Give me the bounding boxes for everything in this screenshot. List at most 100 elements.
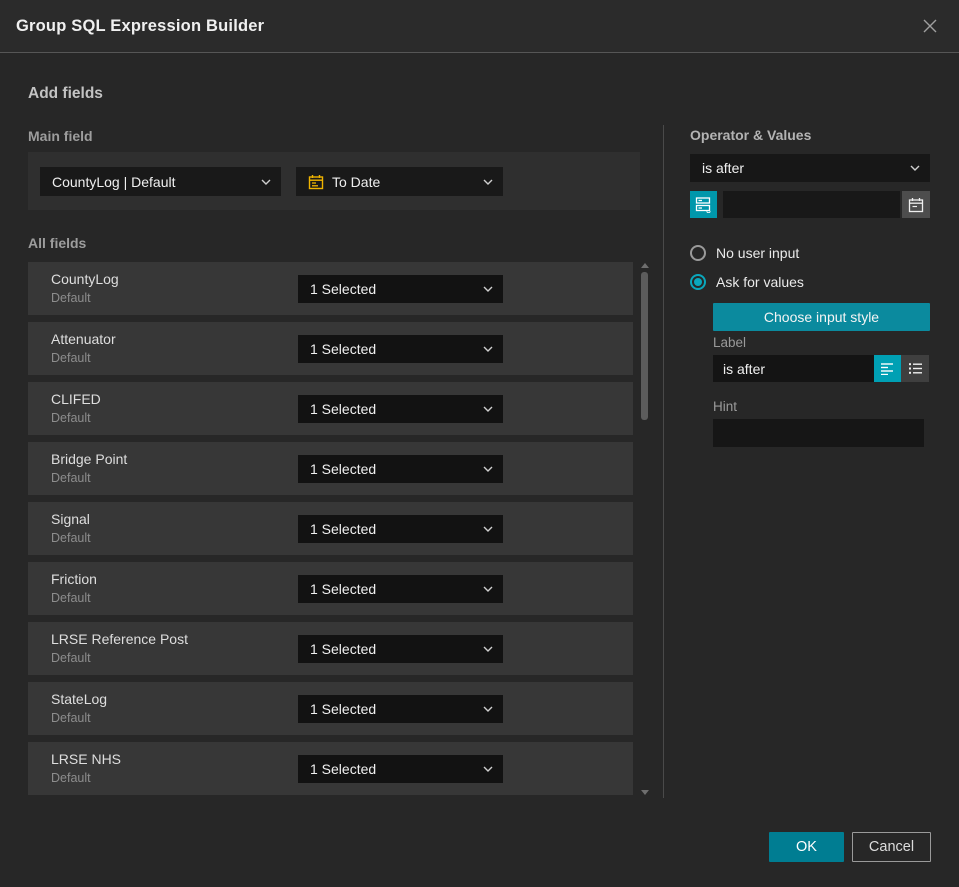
radio-no-user-input[interactable]: No user input	[690, 245, 799, 261]
field-row: Bridge Point Default 1 Selected	[28, 442, 633, 495]
label-input[interactable]	[713, 355, 874, 382]
calendar-icon	[308, 174, 324, 189]
radio-selected-icon	[690, 274, 706, 290]
field-name: CountyLog	[51, 271, 119, 287]
panel-divider	[663, 125, 664, 798]
field-sublabel: Default	[51, 471, 91, 485]
operator-dropdown-value: is after	[702, 160, 745, 176]
close-icon	[923, 19, 937, 33]
all-fields-heading: All fields	[28, 235, 87, 251]
field-selected-dropdown[interactable]: 1 Selected	[298, 575, 503, 603]
field-row: Signal Default 1 Selected	[28, 502, 633, 555]
stacked-rows-icon	[695, 197, 711, 213]
operator-values-heading: Operator & Values	[690, 127, 812, 143]
field-name: CLIFED	[51, 391, 101, 407]
chevron-down-icon	[261, 179, 271, 185]
field-row: CLIFED Default 1 Selected	[28, 382, 633, 435]
scrollbar-up-arrow[interactable]	[641, 263, 649, 268]
field-name: LRSE Reference Post	[51, 631, 188, 647]
ok-button[interactable]: OK	[769, 832, 844, 862]
scrollbar-down-arrow[interactable]	[641, 790, 649, 795]
selected-count-label: 1 Selected	[310, 401, 377, 417]
field-sublabel: Default	[51, 411, 91, 425]
field-row: LRSE NHS Default 1 Selected	[28, 742, 633, 795]
field-sublabel: Default	[51, 291, 91, 305]
align-left-icon	[881, 363, 893, 375]
hint-input[interactable]	[713, 419, 924, 447]
selected-count-label: 1 Selected	[310, 461, 377, 477]
dialog-title: Group SQL Expression Builder	[16, 16, 265, 35]
operator-dropdown[interactable]: is after	[690, 154, 930, 182]
field-sublabel: Default	[51, 351, 91, 365]
list-style-button[interactable]	[901, 355, 929, 382]
radio-ask-for-values-label: Ask for values	[716, 274, 804, 290]
main-field-date-dropdown[interactable]: To Date	[296, 167, 503, 196]
radio-circle-icon	[690, 245, 706, 261]
single-line-style-button[interactable]	[874, 355, 901, 382]
field-row: LRSE Reference Post Default 1 Selected	[28, 622, 633, 675]
field-sublabel: Default	[51, 591, 91, 605]
field-row: Friction Default 1 Selected	[28, 562, 633, 615]
field-selected-dropdown[interactable]: 1 Selected	[298, 395, 503, 423]
selected-count-label: 1 Selected	[310, 701, 377, 717]
radio-no-user-input-label: No user input	[716, 245, 800, 261]
selected-count-label: 1 Selected	[310, 281, 377, 297]
field-name: StateLog	[51, 691, 108, 707]
chevron-down-icon	[483, 466, 493, 472]
field-sublabel: Default	[51, 771, 91, 785]
selected-count-label: 1 Selected	[310, 521, 377, 537]
field-sublabel: Default	[51, 531, 91, 545]
main-field-date-dropdown-value: To Date	[332, 173, 381, 190]
all-fields-list: CountyLog Default 1 Selected Attenuator …	[28, 262, 633, 795]
field-sublabel: Default	[51, 651, 91, 665]
chevron-down-icon	[483, 406, 493, 412]
field-selected-dropdown[interactable]: 1 Selected	[298, 515, 503, 543]
field-row: CountyLog Default 1 Selected	[28, 262, 633, 315]
bullet-list-icon	[908, 363, 922, 374]
field-selected-dropdown[interactable]: 1 Selected	[298, 335, 503, 363]
field-name: Friction	[51, 571, 97, 587]
field-name: Attenuator	[51, 331, 116, 347]
chevron-down-icon	[483, 586, 493, 592]
field-selected-dropdown[interactable]: 1 Selected	[298, 695, 503, 723]
field-name: LRSE NHS	[51, 751, 122, 767]
selected-count-label: 1 Selected	[310, 641, 377, 657]
field-sublabel: Default	[51, 711, 91, 725]
chevron-down-icon	[483, 346, 493, 352]
calendar-icon	[908, 197, 924, 212]
add-fields-heading: Add fields	[28, 85, 103, 102]
main-field-heading: Main field	[28, 128, 93, 144]
dialog-header: Group SQL Expression Builder	[0, 0, 959, 53]
selected-count-label: 1 Selected	[310, 341, 377, 357]
chevron-down-icon	[483, 646, 493, 652]
field-row: Attenuator Default 1 Selected	[28, 322, 633, 375]
chevron-down-icon	[483, 706, 493, 712]
field-selected-dropdown[interactable]: 1 Selected	[298, 455, 503, 483]
choose-input-style-button[interactable]: Choose input style	[713, 303, 930, 331]
value-mode-button[interactable]	[690, 191, 717, 218]
field-row: StateLog Default 1 Selected	[28, 682, 633, 735]
chevron-down-icon	[910, 165, 920, 171]
main-field-dropdown-value: CountyLog | Default	[52, 173, 176, 190]
field-selected-dropdown[interactable]: 1 Selected	[298, 275, 503, 303]
chevron-down-icon	[483, 179, 493, 185]
chevron-down-icon	[483, 526, 493, 532]
main-field-bar: CountyLog | Default To Date	[28, 152, 640, 210]
hint-caption: Hint	[713, 399, 738, 414]
field-selected-dropdown[interactable]: 1 Selected	[298, 635, 503, 663]
selected-count-label: 1 Selected	[310, 761, 377, 777]
field-selected-dropdown[interactable]: 1 Selected	[298, 755, 503, 783]
cancel-button[interactable]: Cancel	[852, 832, 931, 862]
chevron-down-icon	[483, 766, 493, 772]
scrollbar-thumb[interactable]	[641, 272, 648, 420]
main-field-dropdown[interactable]: CountyLog | Default	[40, 167, 281, 196]
chevron-down-icon	[483, 286, 493, 292]
field-name: Bridge Point	[51, 451, 128, 467]
value-input[interactable]	[723, 191, 900, 218]
close-button[interactable]	[919, 15, 941, 37]
field-name: Signal	[51, 511, 90, 527]
radio-ask-for-values[interactable]: Ask for values	[690, 274, 804, 290]
group-sql-expression-builder-dialog: Group SQL Expression Builder Add fields …	[0, 0, 959, 887]
value-calendar-button[interactable]	[902, 191, 930, 218]
label-caption: Label	[713, 335, 747, 350]
